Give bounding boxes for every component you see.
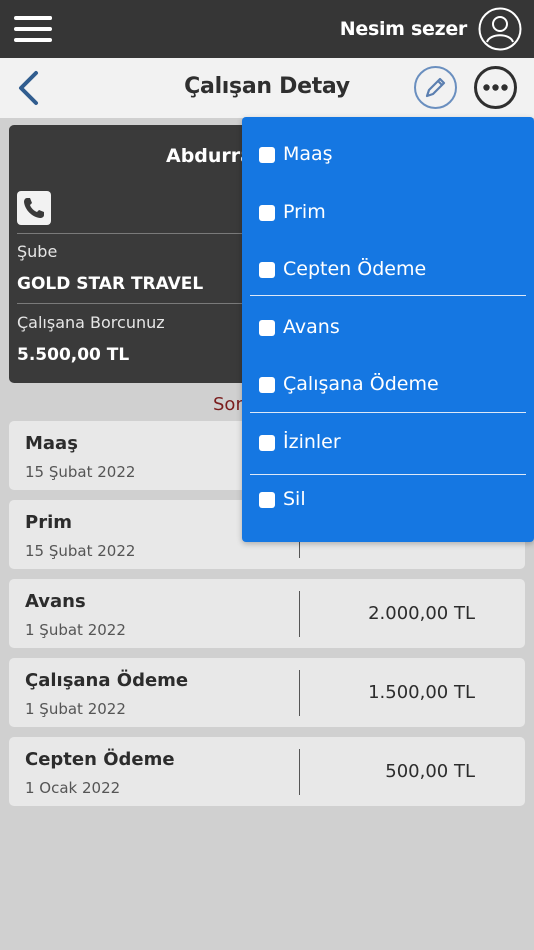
branch-value: GOLD STAR TRAVEL	[17, 274, 204, 294]
checkbox[interactable]	[259, 205, 275, 221]
menu-item-izinler[interactable]: İzinler	[242, 427, 534, 467]
table-row[interactable]: Cepten Ödeme 1 Ocak 2022 500,00 TL	[9, 737, 525, 806]
divider	[299, 670, 300, 716]
menu-item-calisana-odeme[interactable]: Çalışana Ödeme	[242, 369, 534, 409]
checkbox[interactable]	[259, 147, 275, 163]
menu-item-avans[interactable]: Avans	[242, 312, 534, 352]
menu-item-label: Avans	[283, 316, 340, 338]
employee-name: Abdurra	[166, 145, 253, 167]
table-row[interactable]: Avans 1 Şubat 2022 2.000,00 TL	[9, 579, 525, 648]
pencil-icon	[425, 77, 446, 98]
user-name: Nesim sezer	[339, 18, 468, 40]
menu-item-maas[interactable]: Maaş	[242, 139, 534, 179]
branch-label: Şube	[17, 242, 58, 261]
transaction-name: Avans	[25, 591, 86, 612]
transaction-date: 1 Şubat 2022	[25, 621, 126, 639]
menu-item-label: Maaş	[283, 143, 333, 165]
menu-item-label: İzinler	[283, 431, 341, 453]
edit-button[interactable]	[414, 66, 457, 109]
checkbox[interactable]	[259, 492, 275, 508]
transaction-date: 15 Şubat 2022	[25, 463, 136, 481]
more-button[interactable]	[474, 66, 517, 109]
user-icon[interactable]	[478, 7, 522, 51]
debt-value: 5.500,00 TL	[17, 345, 130, 365]
transaction-amount: 500,00 TL	[385, 761, 475, 782]
checkbox[interactable]	[259, 435, 275, 451]
menu-divider	[250, 474, 526, 475]
actions-dropdown: Maaş Prim Cepten Ödeme Avans Çalışana Öd…	[242, 117, 534, 542]
phone-button[interactable]	[17, 191, 51, 225]
menu-item-label: Cepten Ödeme	[283, 258, 427, 280]
checkbox[interactable]	[259, 377, 275, 393]
more-icon	[483, 84, 508, 91]
menu-item-label: Prim	[283, 201, 326, 223]
hamburger-icon[interactable]	[14, 14, 54, 44]
checkbox[interactable]	[259, 320, 275, 336]
divider	[299, 591, 300, 637]
transaction-name: Prim	[25, 512, 72, 533]
transaction-date: 1 Şubat 2022	[25, 700, 126, 718]
menu-item-sil[interactable]: Sil	[242, 484, 534, 524]
transaction-date: 15 Şubat 2022	[25, 542, 136, 560]
checkbox[interactable]	[259, 262, 275, 278]
transaction-name: Çalışana Ödeme	[25, 670, 189, 691]
menu-item-label: Çalışana Ödeme	[283, 373, 439, 395]
transaction-name: Maaş	[25, 433, 78, 454]
phone-icon	[24, 198, 44, 218]
transaction-name: Cepten Ödeme	[25, 749, 175, 770]
debt-label: Çalışana Borcunuz	[17, 313, 165, 332]
menu-item-cepten-odeme[interactable]: Cepten Ödeme	[242, 254, 534, 294]
transaction-amount: 1.500,00 TL	[368, 682, 475, 703]
transaction-date: 1 Ocak 2022	[25, 779, 121, 797]
menu-divider	[250, 295, 526, 296]
table-row[interactable]: Çalışana Ödeme 1 Şubat 2022 1.500,00 TL	[9, 658, 525, 727]
menu-item-prim[interactable]: Prim	[242, 197, 534, 237]
transaction-amount: 2.000,00 TL	[368, 603, 475, 624]
menu-item-label: Sil	[283, 488, 306, 510]
divider	[299, 749, 300, 795]
page-header: Çalışan Detay	[0, 58, 534, 118]
top-bar: Nesim sezer	[0, 0, 534, 58]
menu-divider	[250, 412, 526, 413]
